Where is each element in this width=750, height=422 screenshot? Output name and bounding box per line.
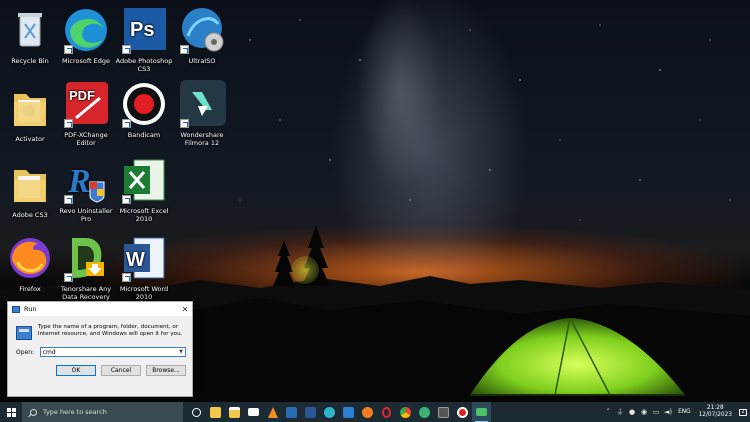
webcam-icon[interactable]: ◉ [638, 408, 650, 416]
svg-text:PDF: PDF [69, 88, 95, 103]
notification-center-button[interactable]: 2 [736, 402, 750, 422]
run-dialog-titlebar[interactable]: Run ✕ [8, 302, 192, 316]
language-indicator[interactable]: ENG [674, 409, 695, 415]
photos-icon [343, 406, 354, 418]
open-combobox[interactable]: cmd ▼ [39, 347, 186, 357]
taskbar-vlc[interactable] [263, 402, 282, 422]
desktop-icon-wondershare-filmora[interactable]: Wondershare Filmora 12 [172, 80, 232, 147]
desktop-icon-revo-uninstaller-pro[interactable]: R Revo Uninstaller Pro [56, 156, 116, 223]
mail-icon [248, 408, 259, 416]
opera-icon [382, 406, 391, 418]
recycle-bin-icon [6, 6, 54, 54]
media-icon [438, 406, 449, 418]
taskbar-firefox[interactable] [358, 402, 377, 422]
desktop-icon-microsoft-word-2010[interactable]: W Microsoft Word 2010 [114, 234, 174, 301]
taskbar-chrome[interactable] [396, 402, 415, 422]
desktop-icon-microsoft-edge[interactable]: Microsoft Edge [56, 6, 116, 65]
run-dialog: Run ✕ Type the name of a program, folder… [7, 301, 193, 397]
desktop-icon-ultraiso[interactable]: UltraISO [172, 6, 232, 65]
ok-button[interactable]: OK [56, 365, 96, 376]
pdf-icon: PDF [62, 80, 110, 128]
open-input[interactable]: cmd [43, 349, 56, 356]
file-explorer-icon [210, 406, 221, 418]
chrome-icon [400, 406, 411, 418]
volume-icon[interactable]: ◄) [662, 408, 674, 416]
edge-icon [62, 6, 110, 54]
desktop-icon-adobe-cs3[interactable]: Adobe CS3 [0, 160, 60, 219]
taskbar-task-view[interactable] [187, 402, 206, 422]
search-placeholder: Type here to search [43, 408, 107, 416]
desktop-icon-firefox[interactable]: Firefox [0, 234, 60, 293]
word-icon [305, 406, 316, 418]
ultraiso-icon [178, 6, 226, 54]
network-icon[interactable]: ▭ [650, 408, 662, 416]
filmora-icon [178, 80, 226, 128]
desktop-icon-adobe-photoshop-cs3[interactable]: Ps Adobe Photoshop CS3 [114, 6, 174, 73]
desktop-icon-recycle-bin[interactable]: Recycle Bin [0, 6, 60, 65]
usb-icon[interactable]: ⏚ [614, 407, 626, 417]
svg-text:W: W [126, 249, 145, 271]
taskbar-word[interactable] [301, 402, 320, 422]
firefox-icon [6, 234, 54, 282]
run-dialog-title: Run [24, 305, 37, 313]
clock[interactable]: 21:28 12/07/2023 [695, 405, 736, 419]
photoshop-icon [286, 406, 297, 418]
taskbar-store[interactable] [225, 402, 244, 422]
revo-icon: R [62, 156, 110, 204]
taskbar-photoshop[interactable] [282, 402, 301, 422]
cursor-highlight [291, 256, 319, 284]
store-icon [229, 406, 240, 418]
cancel-button[interactable]: Cancel [101, 365, 141, 376]
browse-button[interactable]: Browse... [146, 365, 186, 376]
svg-text:Ps: Ps [130, 19, 154, 41]
bandicam-icon [457, 406, 468, 418]
chevron-down-icon[interactable]: ▼ [179, 349, 185, 355]
photoshop-icon: Ps [120, 6, 168, 54]
open-label: Open: [16, 348, 35, 356]
taskbar: Type here to search ˄ ⏚ ● ◉ ▭ ◄) ENG 21:… [0, 402, 750, 422]
excel-icon [120, 156, 168, 204]
taskbar-file-explorer[interactable] [206, 402, 225, 422]
search-icon [30, 408, 37, 416]
windows-logo-icon [6, 407, 16, 417]
taskbar-photos[interactable] [339, 402, 358, 422]
desktop-icon-activator[interactable]: Activator [0, 84, 60, 143]
bandicam-icon [120, 80, 168, 128]
tenorshare-icon [62, 234, 110, 282]
run-app-icon [12, 305, 20, 313]
notification-icon: 2 [739, 408, 747, 416]
taskbar-opera[interactable] [377, 402, 396, 422]
chevron-up-icon[interactable]: ˄ [602, 408, 614, 416]
run-window-icon [16, 326, 32, 340]
desktop-icon-bandicam[interactable]: Bandicam [114, 80, 174, 139]
edge-icon [324, 406, 335, 418]
task-view-icon [192, 407, 201, 417]
taskbar-search[interactable]: Type here to search [22, 402, 183, 422]
firefox-icon [362, 406, 373, 418]
glowing-tent [470, 317, 685, 396]
taskbar-media[interactable] [434, 402, 453, 422]
word-icon: W [120, 234, 168, 282]
desktop-icon-microsoft-excel-2010[interactable]: Microsoft Excel 2010 [114, 156, 174, 223]
start-button[interactable] [0, 402, 22, 422]
vlc-icon [267, 406, 278, 418]
taskbar-edge-dev[interactable] [415, 402, 434, 422]
folder-icon [6, 84, 54, 132]
run-description: Type the name of a program, folder, docu… [37, 324, 183, 337]
clock-date: 12/07/2023 [698, 412, 732, 418]
taskbar-bandicam[interactable] [453, 402, 472, 422]
desktop-icon-pdf-xchange-editor[interactable]: PDF PDF-XChange Editor [56, 80, 116, 147]
clock-time: 21:28 [706, 405, 724, 411]
folder-icon [6, 160, 54, 208]
taskbar-run[interactable] [472, 402, 491, 422]
run-app-icon [476, 408, 487, 416]
taskbar-edge[interactable] [320, 402, 339, 422]
desktop-icon-tenorshare-any-data-recovery[interactable]: Tenorshare Any Data Recovery Pro [56, 234, 116, 309]
system-tray: ˄ ⏚ ● ◉ ▭ ◄) ENG 21:28 12/07/2023 2 [602, 402, 750, 422]
close-button[interactable]: ✕ [178, 305, 192, 314]
taskbar-mail[interactable] [244, 402, 263, 422]
microphone-icon[interactable]: ● [626, 408, 638, 416]
edge-dev-icon [419, 406, 430, 418]
